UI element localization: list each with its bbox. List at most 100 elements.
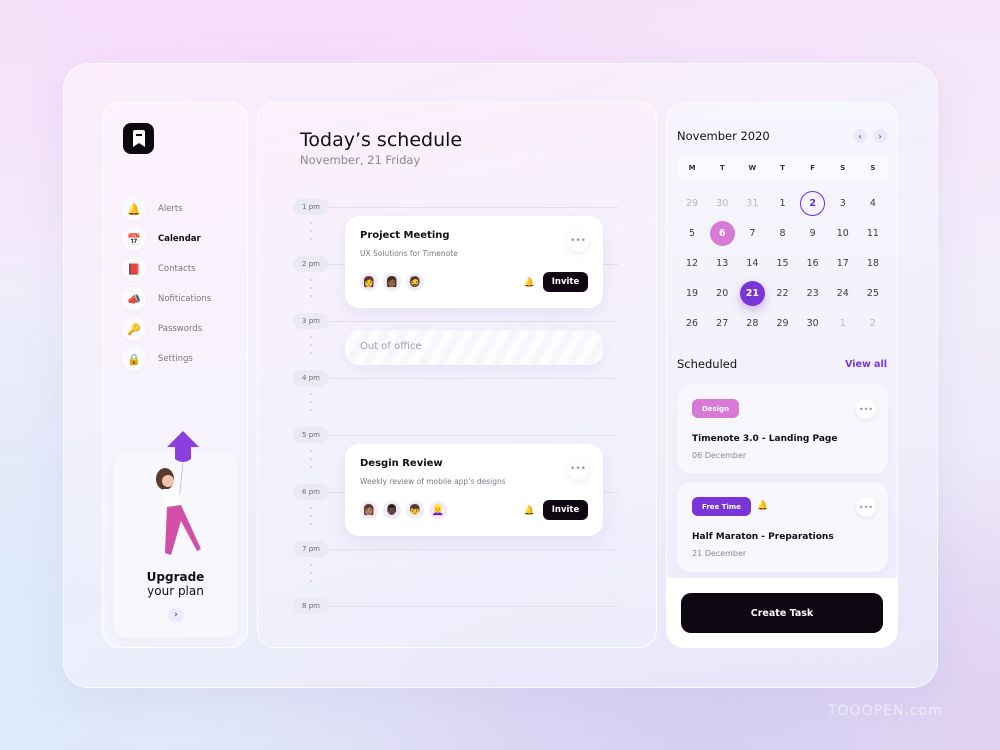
calendar-day[interactable]: 19 [677,278,707,308]
calendar-day[interactable]: 21 [737,278,767,308]
weekday-header: MTWTFSS [677,157,888,179]
calendar-day[interactable]: 1 [767,188,797,218]
event-subtitle: Weekly review of mobile app’s designs [360,477,506,486]
calendar-day[interactable]: 29 [767,308,797,338]
bell-icon[interactable]: 🔔 [524,278,535,288]
day-number: 29 [686,197,699,209]
invite-button[interactable]: Invite [543,500,588,520]
calendar-day[interactable]: 11 [858,218,888,248]
calendar-day[interactable]: 27 [707,308,737,338]
calendar-icon: 📅 [122,227,146,251]
more-options-button[interactable]: ••• [567,230,589,252]
sidebar-item-contacts[interactable]: 📕 Contacts [122,254,211,284]
calendar-day[interactable]: 14 [737,248,767,278]
day-number: 12 [686,257,699,269]
calendar-day[interactable]: 1 [828,308,858,338]
weekday-label: W [748,164,757,172]
time-slot: 3 pm [293,313,618,329]
calendar-day[interactable]: 5 [677,218,707,248]
timeline-dots [310,336,312,360]
task-title: Timenote 3.0 - Landing Page [692,434,838,444]
day-number: 21 [739,280,765,306]
scheduled-task-card[interactable]: Design ••• Timenote 3.0 - Landing Page 0… [677,384,888,474]
time-divider [329,378,618,379]
attendee-avatars: 👩🏽 👨🏿 👦 👱‍♀️ [360,501,452,519]
calendar-day[interactable]: 3 [828,188,858,218]
sidebar-item-passwords[interactable]: 🔑 Passwords [122,314,211,344]
calendar-day[interactable]: 4 [858,188,888,218]
view-all-link[interactable]: View all [845,359,887,370]
create-task-button[interactable]: Create Task [681,593,883,633]
calendar-day[interactable]: 20 [707,278,737,308]
time-slot: 7 pm [293,541,618,557]
day-number: 1 [839,317,846,329]
avatar[interactable]: 👩🏽 [360,501,378,519]
calendar-day[interactable]: 8 [767,218,797,248]
more-options-button[interactable]: ••• [856,399,876,419]
calendar-day[interactable]: 25 [858,278,888,308]
avatar[interactable]: 🧔 [406,273,424,291]
avatar[interactable]: 👱‍♀️ [429,501,447,519]
calendar-day[interactable]: 7 [737,218,767,248]
calendar-day[interactable]: 9 [798,218,828,248]
sidebar-item-label: Nofitications [158,294,212,304]
avatar[interactable]: 👩🏾 [383,273,401,291]
upgrade-arrow-button[interactable]: › [168,607,184,623]
sidebar-item-alerts[interactable]: 🔔 Alerts [122,194,211,224]
upgrade-card[interactable]: Upgrade your plan › [113,431,238,638]
time-label: 3 pm [293,313,329,329]
time-slot: 4 pm [293,370,618,386]
calendar-day[interactable]: 31 [737,188,767,218]
day-number: 29 [776,317,789,329]
event-card[interactable]: Project Meeting UX Solutions for Timenot… [345,216,603,308]
calendar-day[interactable]: 2 [798,188,828,218]
sidebar-item-nofitications[interactable]: 📣 Nofitications [122,284,211,314]
day-number: 4 [869,197,876,209]
calendar-day[interactable]: 28 [737,308,767,338]
scheduled-task-card[interactable]: Free Time 🔔 ••• Half Maraton - Preparati… [677,482,888,572]
time-divider [329,435,618,436]
avatar[interactable]: 👨🏿 [383,501,401,519]
app-logo[interactable] [123,123,154,154]
time-label: 6 pm [293,484,329,500]
calendar-day[interactable]: 2 [858,308,888,338]
prev-month-button[interactable]: ‹ [853,129,867,143]
time-divider [329,549,618,550]
time-divider [329,207,618,208]
calendar-day[interactable]: 23 [798,278,828,308]
sidebar-item-settings[interactable]: 🔒 Settings [122,344,211,374]
day-number: 10 [836,227,849,239]
calendar-day[interactable]: 12 [677,248,707,278]
day-number: 11 [866,227,879,239]
more-options-button[interactable]: ••• [856,497,876,517]
calendar-day[interactable]: 29 [677,188,707,218]
day-number: 30 [806,317,819,329]
day-number: 16 [806,257,819,269]
calendar-day[interactable]: 13 [707,248,737,278]
invite-button[interactable]: Invite [543,272,588,292]
day-number: 26 [686,317,699,329]
calendar-day[interactable]: 10 [828,218,858,248]
calendar-day[interactable]: 17 [828,248,858,278]
calendar-day[interactable]: 30 [707,188,737,218]
task-date: 21 December [692,549,747,558]
more-options-button[interactable]: ••• [567,458,589,480]
day-number: 5 [689,227,696,239]
calendar-day[interactable]: 30 [798,308,828,338]
avatar[interactable]: 👦 [406,501,424,519]
calendar-day[interactable]: 15 [767,248,797,278]
next-month-button[interactable]: › [873,129,887,143]
sidebar-item-calendar[interactable]: 📅 Calendar [122,224,211,254]
calendar-day[interactable]: 18 [858,248,888,278]
bell-icon[interactable]: 🔔 [524,506,535,516]
avatar[interactable]: 👩 [360,273,378,291]
time-label: 1 pm [293,199,329,215]
calendar-day[interactable]: 6 [707,218,737,248]
calendar-day[interactable]: 26 [677,308,707,338]
calendar-day[interactable]: 22 [767,278,797,308]
sidebar: 🔔 Alerts 📅 Calendar 📕 Contacts 📣 Nofitications 🔑… [102,102,248,648]
event-card[interactable]: Desgin Review Weekly review of mobile ap… [345,444,603,536]
out-of-office-block[interactable]: Out of office [345,330,603,365]
calendar-day[interactable]: 16 [798,248,828,278]
calendar-day[interactable]: 24 [828,278,858,308]
